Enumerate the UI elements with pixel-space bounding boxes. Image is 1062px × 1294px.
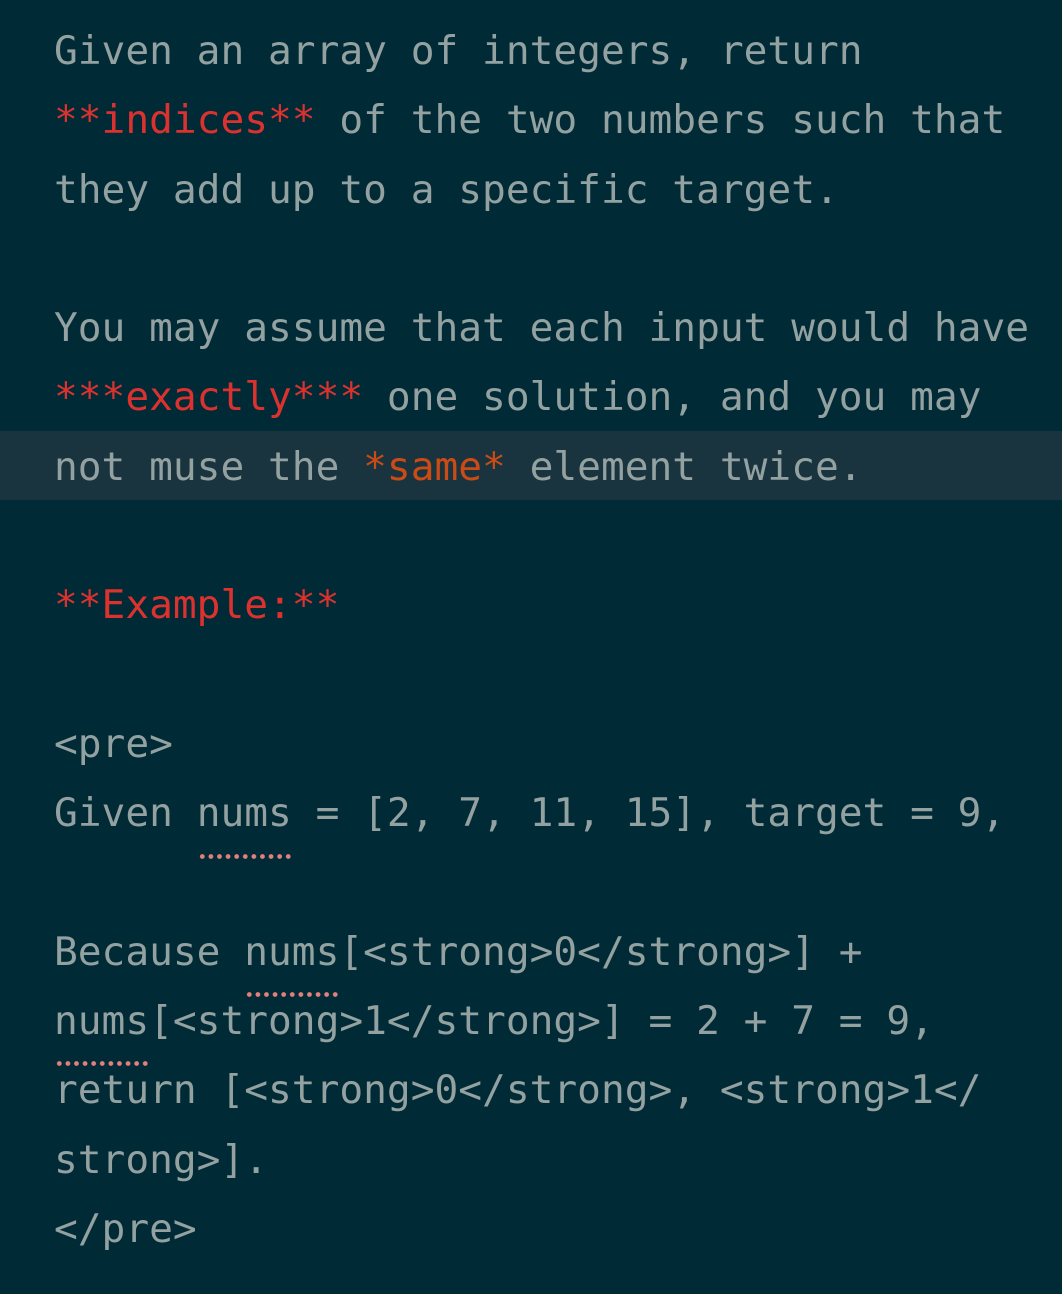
- text-token: they add up to a specific target.: [54, 166, 839, 213]
- editor-text-lines[interactable]: Given an array of integers, return **indi…: [0, 0, 1062, 1264]
- editor-line[interactable]: [54, 641, 1062, 710]
- text-token: </pre>: [54, 1206, 197, 1253]
- text-token: **indices**: [54, 97, 316, 144]
- markdown-editor-canvas[interactable]: Given an array of integers, return **indi…: [0, 0, 1062, 1294]
- text-token: [<strong>0</strong>] +: [339, 928, 863, 975]
- editor-line[interactable]: <pre>: [54, 710, 1062, 779]
- editor-line[interactable]: You may assume that each input would hav…: [54, 294, 1062, 363]
- editor-line[interactable]: nums[<strong>1</strong>] = 2 + 7 = 9,: [54, 987, 1062, 1067]
- editor-line[interactable]: Given an array of integers, return: [54, 17, 1062, 86]
- text-token: [<strong>1</strong>] = 2 + 7 = 9,: [149, 998, 934, 1045]
- editor-line[interactable]: Given nums = [2, 7, 11, 15], target = 9,: [54, 779, 1062, 859]
- editor-line[interactable]: strong>].: [54, 1126, 1062, 1195]
- editor-line[interactable]: [54, 849, 1062, 918]
- editor-line[interactable]: Because nums[<strong>0</strong>] +: [54, 918, 1062, 998]
- text-token: one solution, and you may: [363, 374, 982, 421]
- text-token: Given: [54, 790, 197, 837]
- editor-line[interactable]: </pre>: [54, 1195, 1062, 1264]
- editor-line[interactable]: not muse the *same* element twice.: [54, 433, 1062, 502]
- text-token: <pre>: [54, 720, 173, 767]
- editor-line[interactable]: **indices** of the two numbers such that: [54, 86, 1062, 155]
- text-token: You may assume that each input would hav…: [54, 305, 1030, 352]
- text-token: of the two numbers such that: [315, 97, 1006, 144]
- text-token: not muse the: [54, 443, 364, 490]
- editor-line[interactable]: [54, 502, 1062, 571]
- editor-line[interactable]: [54, 225, 1062, 294]
- text-token: Given an array of integers, return: [54, 28, 863, 74]
- misspelled-word: nums: [244, 918, 339, 998]
- text-token: Because: [54, 928, 245, 975]
- text-token: **Example:**: [54, 582, 340, 629]
- editor-line[interactable]: ***exactly*** one solution, and you may: [54, 363, 1062, 432]
- text-token: return [<strong>0</strong>, <strong>1</: [54, 1067, 982, 1114]
- misspelled-word: nums: [54, 987, 149, 1067]
- editor-line[interactable]: return [<strong>0</strong>, <strong>1</: [54, 1056, 1062, 1125]
- text-token: *same*: [363, 443, 506, 490]
- text-token: = [2, 7, 11, 15], target = 9,: [291, 790, 1006, 837]
- text-token: element twice.: [505, 443, 863, 490]
- editor-line[interactable]: they add up to a specific target.: [54, 156, 1062, 225]
- misspelled-word: nums: [197, 779, 292, 859]
- text-token: strong>].: [54, 1136, 269, 1183]
- text-token: ***exactly***: [54, 374, 364, 421]
- editor-line[interactable]: **Example:**: [54, 571, 1062, 640]
